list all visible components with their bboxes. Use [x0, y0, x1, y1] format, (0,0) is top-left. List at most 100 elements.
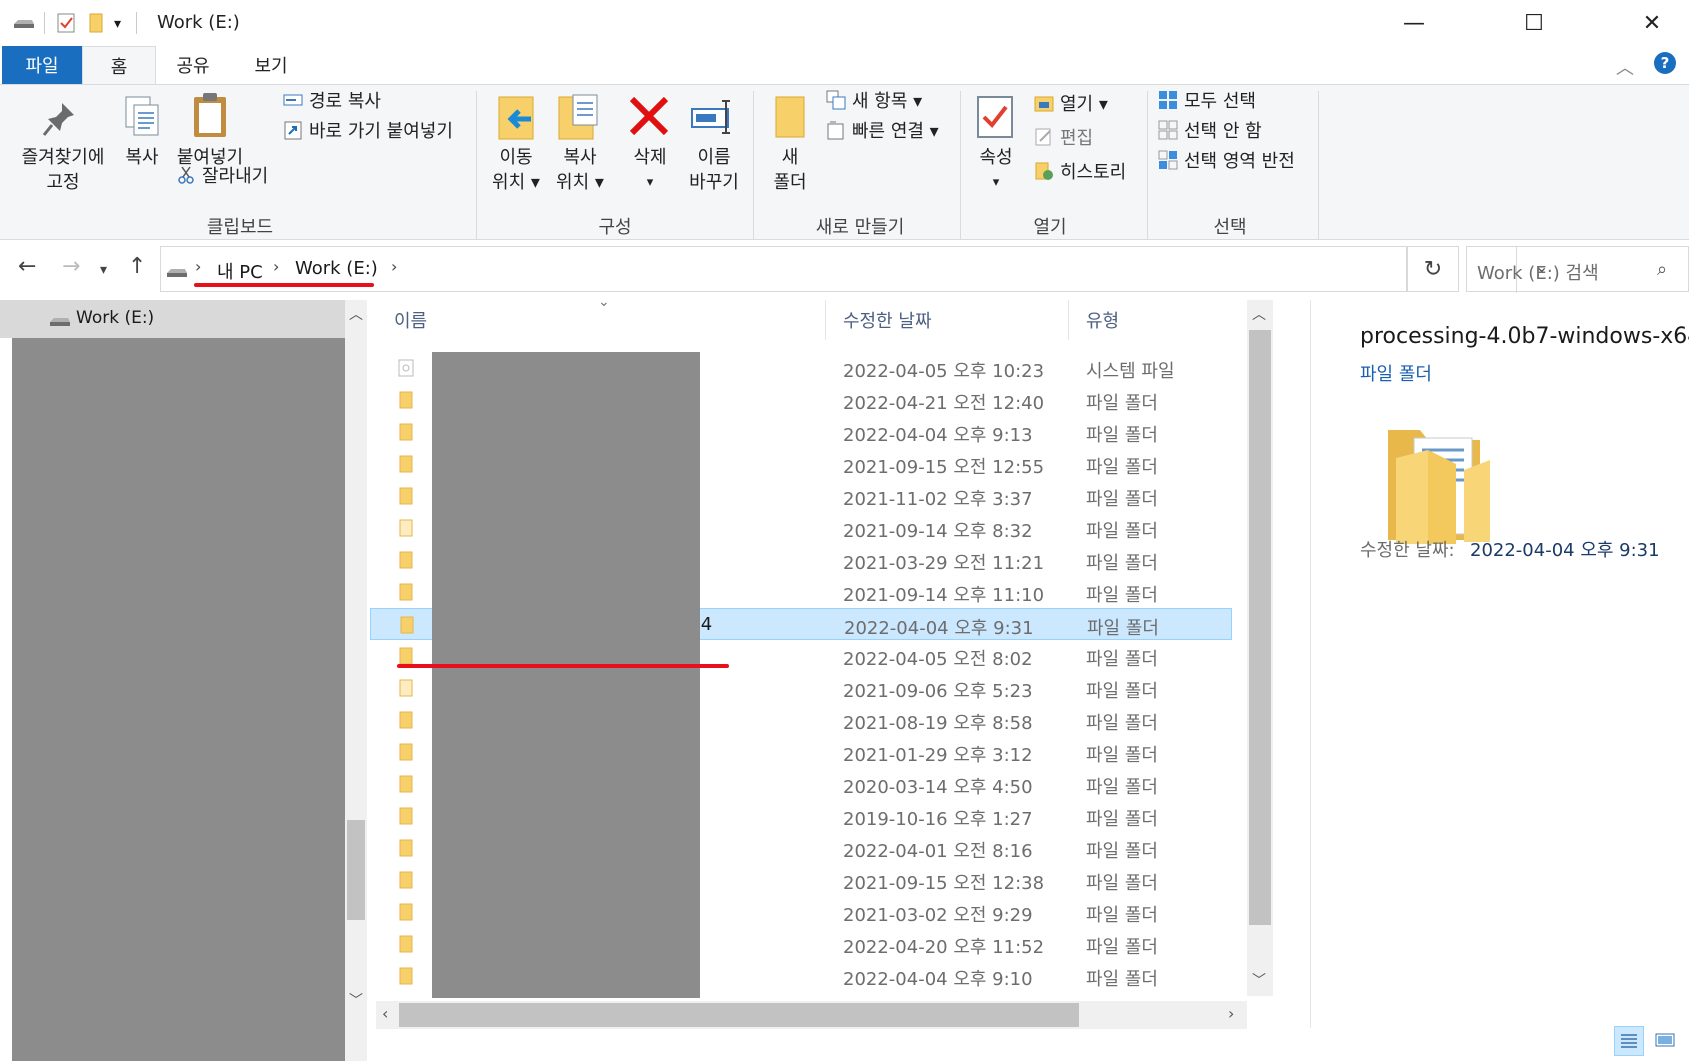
paste-shortcut-button[interactable]: 바로 가기 붙여넣기 [283, 120, 453, 144]
collapse-ribbon-icon[interactable]: ︿ [1616, 54, 1634, 80]
up-arrow-icon[interactable]: ↑ [128, 254, 146, 279]
new-folder-qa-icon[interactable] [88, 12, 104, 39]
maximize-button[interactable]: ☐ [1504, 6, 1564, 40]
breadcrumb-chevron-icon[interactable]: › [391, 257, 397, 276]
edit-label: 편집 [1060, 128, 1094, 149]
tab-file[interactable]: 파일 [2, 46, 82, 84]
history-button[interactable]: 히스토리 [1034, 161, 1126, 185]
invert-selection-button[interactable]: 선택 영역 반전 [1158, 150, 1295, 174]
scroll-right-icon[interactable]: › [1228, 1004, 1234, 1023]
vscroll-thumb[interactable] [1249, 330, 1271, 925]
folder-icon [398, 583, 414, 601]
folder-icon [398, 839, 414, 857]
select-all-icon [1158, 90, 1178, 110]
pin-label-2: 고정 [46, 172, 80, 193]
move-to-button[interactable]: 이동 위치 ▾ [484, 145, 548, 195]
scroll-up-icon[interactable]: ︿ [349, 304, 363, 324]
cut-button[interactable]: 잘라내기 [176, 165, 268, 189]
pin-to-quick-access-button[interactable]: 즐겨찾기에 고정 [8, 145, 118, 195]
annotation-underline [194, 283, 374, 287]
new-folder-button[interactable]: 새 폴더 [764, 145, 816, 195]
breadcrumb-chevron-icon[interactable]: › [195, 257, 201, 276]
nav-scroll-thumb[interactable] [347, 820, 365, 920]
properties-qa-icon[interactable] [56, 12, 76, 39]
breadcrumb-work-drive[interactable]: Work (E:) [295, 258, 378, 279]
copy-icon [122, 93, 162, 143]
copy-button[interactable]: 복사 [114, 145, 170, 170]
column-divider[interactable] [825, 300, 826, 340]
search-box[interactable]: Work (E:) 검색 ⌕ [1466, 246, 1689, 292]
group-label-open: 열기 [1033, 217, 1067, 238]
folder-icon [398, 903, 414, 921]
properties-button[interactable]: 속성 ▾ [966, 145, 1026, 195]
select-all-label: 모두 선택 [1184, 91, 1256, 112]
copyto-label-2: 위치 ▾ [556, 172, 604, 193]
recent-dropdown-icon[interactable]: ▾ [100, 262, 107, 278]
edit-button[interactable]: 편집 [1034, 127, 1093, 151]
new-item-icon [826, 90, 846, 110]
scroll-left-icon[interactable]: ‹ [382, 1004, 388, 1023]
file-type: 파일 폴더 [1086, 521, 1158, 542]
scroll-down-icon[interactable]: ﹀ [1252, 970, 1266, 990]
drive-icon [48, 310, 72, 334]
open-button[interactable]: 열기 ▾ [1034, 93, 1108, 117]
ribbon-separator [960, 91, 961, 239]
tab-home[interactable]: 홈 [82, 46, 156, 84]
select-all-button[interactable]: 모두 선택 [1158, 90, 1256, 114]
move-label-1: 이동 [499, 147, 533, 168]
folder-icon [398, 679, 414, 697]
column-header-name[interactable]: 이름 [394, 300, 427, 340]
copy-path-button[interactable]: 경로 복사 [283, 90, 381, 114]
rename-label-2: 바꾸기 [689, 172, 739, 193]
column-divider[interactable] [1068, 300, 1069, 340]
ribbon: 즐겨찾기에 고정 복사 붙여넣기 경로 복사 바로 가기 붙여넣기 잘라내기 클… [0, 84, 1689, 240]
folder-icon [398, 775, 414, 793]
file-type: 파일 폴더 [1086, 585, 1158, 606]
folder-icon [398, 455, 414, 473]
delete-button[interactable]: 삭제 ▾ [618, 145, 682, 195]
copy-to-button[interactable]: 복사 위치 ▾ [548, 145, 612, 195]
ribbon-separator [1318, 91, 1319, 239]
scroll-up-icon[interactable]: ︿ [1252, 304, 1266, 324]
tab-share[interactable]: 공유 [156, 46, 230, 84]
nav-item-work-drive[interactable]: Work (E:) [0, 300, 345, 338]
select-none-button[interactable]: 선택 안 함 [1158, 120, 1262, 144]
ribbon-separator [1147, 91, 1148, 239]
folder-icon [398, 871, 414, 889]
easy-access-button[interactable]: 빠른 연결 ▾ [826, 120, 939, 144]
help-icon[interactable]: ? [1654, 52, 1676, 74]
paste-shortcut-label: 바로 가기 붙여넣기 [309, 121, 453, 142]
tab-view-label: 보기 [254, 56, 288, 77]
invert-selection-label: 선택 영역 반전 [1184, 151, 1295, 172]
properties-label: 속성 [979, 147, 1013, 168]
ribbon-separator [753, 91, 754, 239]
new-item-button[interactable]: 새 항목 ▾ [826, 90, 922, 114]
details-view-button[interactable] [1614, 1026, 1644, 1056]
nav-scrollbar[interactable]: ︿ ﹀ [345, 300, 367, 1061]
maximize-icon: ☐ [1524, 10, 1544, 36]
hscroll-thumb[interactable] [399, 1003, 1079, 1027]
back-arrow-icon[interactable]: ← [18, 254, 36, 279]
paste-icon [190, 91, 230, 143]
folder-icon [398, 711, 414, 729]
column-header-type[interactable]: 유형 [1086, 300, 1119, 340]
close-button[interactable]: ✕ [1622, 6, 1682, 40]
minimize-button[interactable]: — [1384, 6, 1444, 40]
forward-arrow-icon[interactable]: → [62, 254, 80, 279]
preview-modified-label: 수정한 날짜: [1360, 540, 1455, 561]
delete-icon [628, 95, 670, 141]
folder-icon [398, 423, 414, 441]
breadcrumb-this-pc[interactable]: 내 PC [217, 258, 263, 284]
file-date: 2021-01-29 오후 3:12 [843, 745, 1033, 766]
search-input[interactable]: Work (E:) 검색 [1477, 259, 1599, 285]
large-icons-view-button[interactable] [1650, 1026, 1680, 1056]
customize-qa-icon[interactable]: ▾ [114, 16, 121, 32]
refresh-button[interactable]: ↻ [1407, 246, 1459, 292]
details-pane: processing-4.0b7-windows-x64 파일 폴더 수정한 날… [1290, 300, 1689, 860]
folder-icon [398, 935, 414, 953]
tab-view[interactable]: 보기 [234, 46, 308, 84]
scroll-down-icon[interactable]: ﹀ [349, 990, 363, 1010]
column-header-date[interactable]: 수정한 날짜 [843, 300, 932, 340]
breadcrumb-chevron-icon[interactable]: › [273, 257, 279, 276]
rename-button[interactable]: 이름 바꾸기 [678, 145, 750, 195]
